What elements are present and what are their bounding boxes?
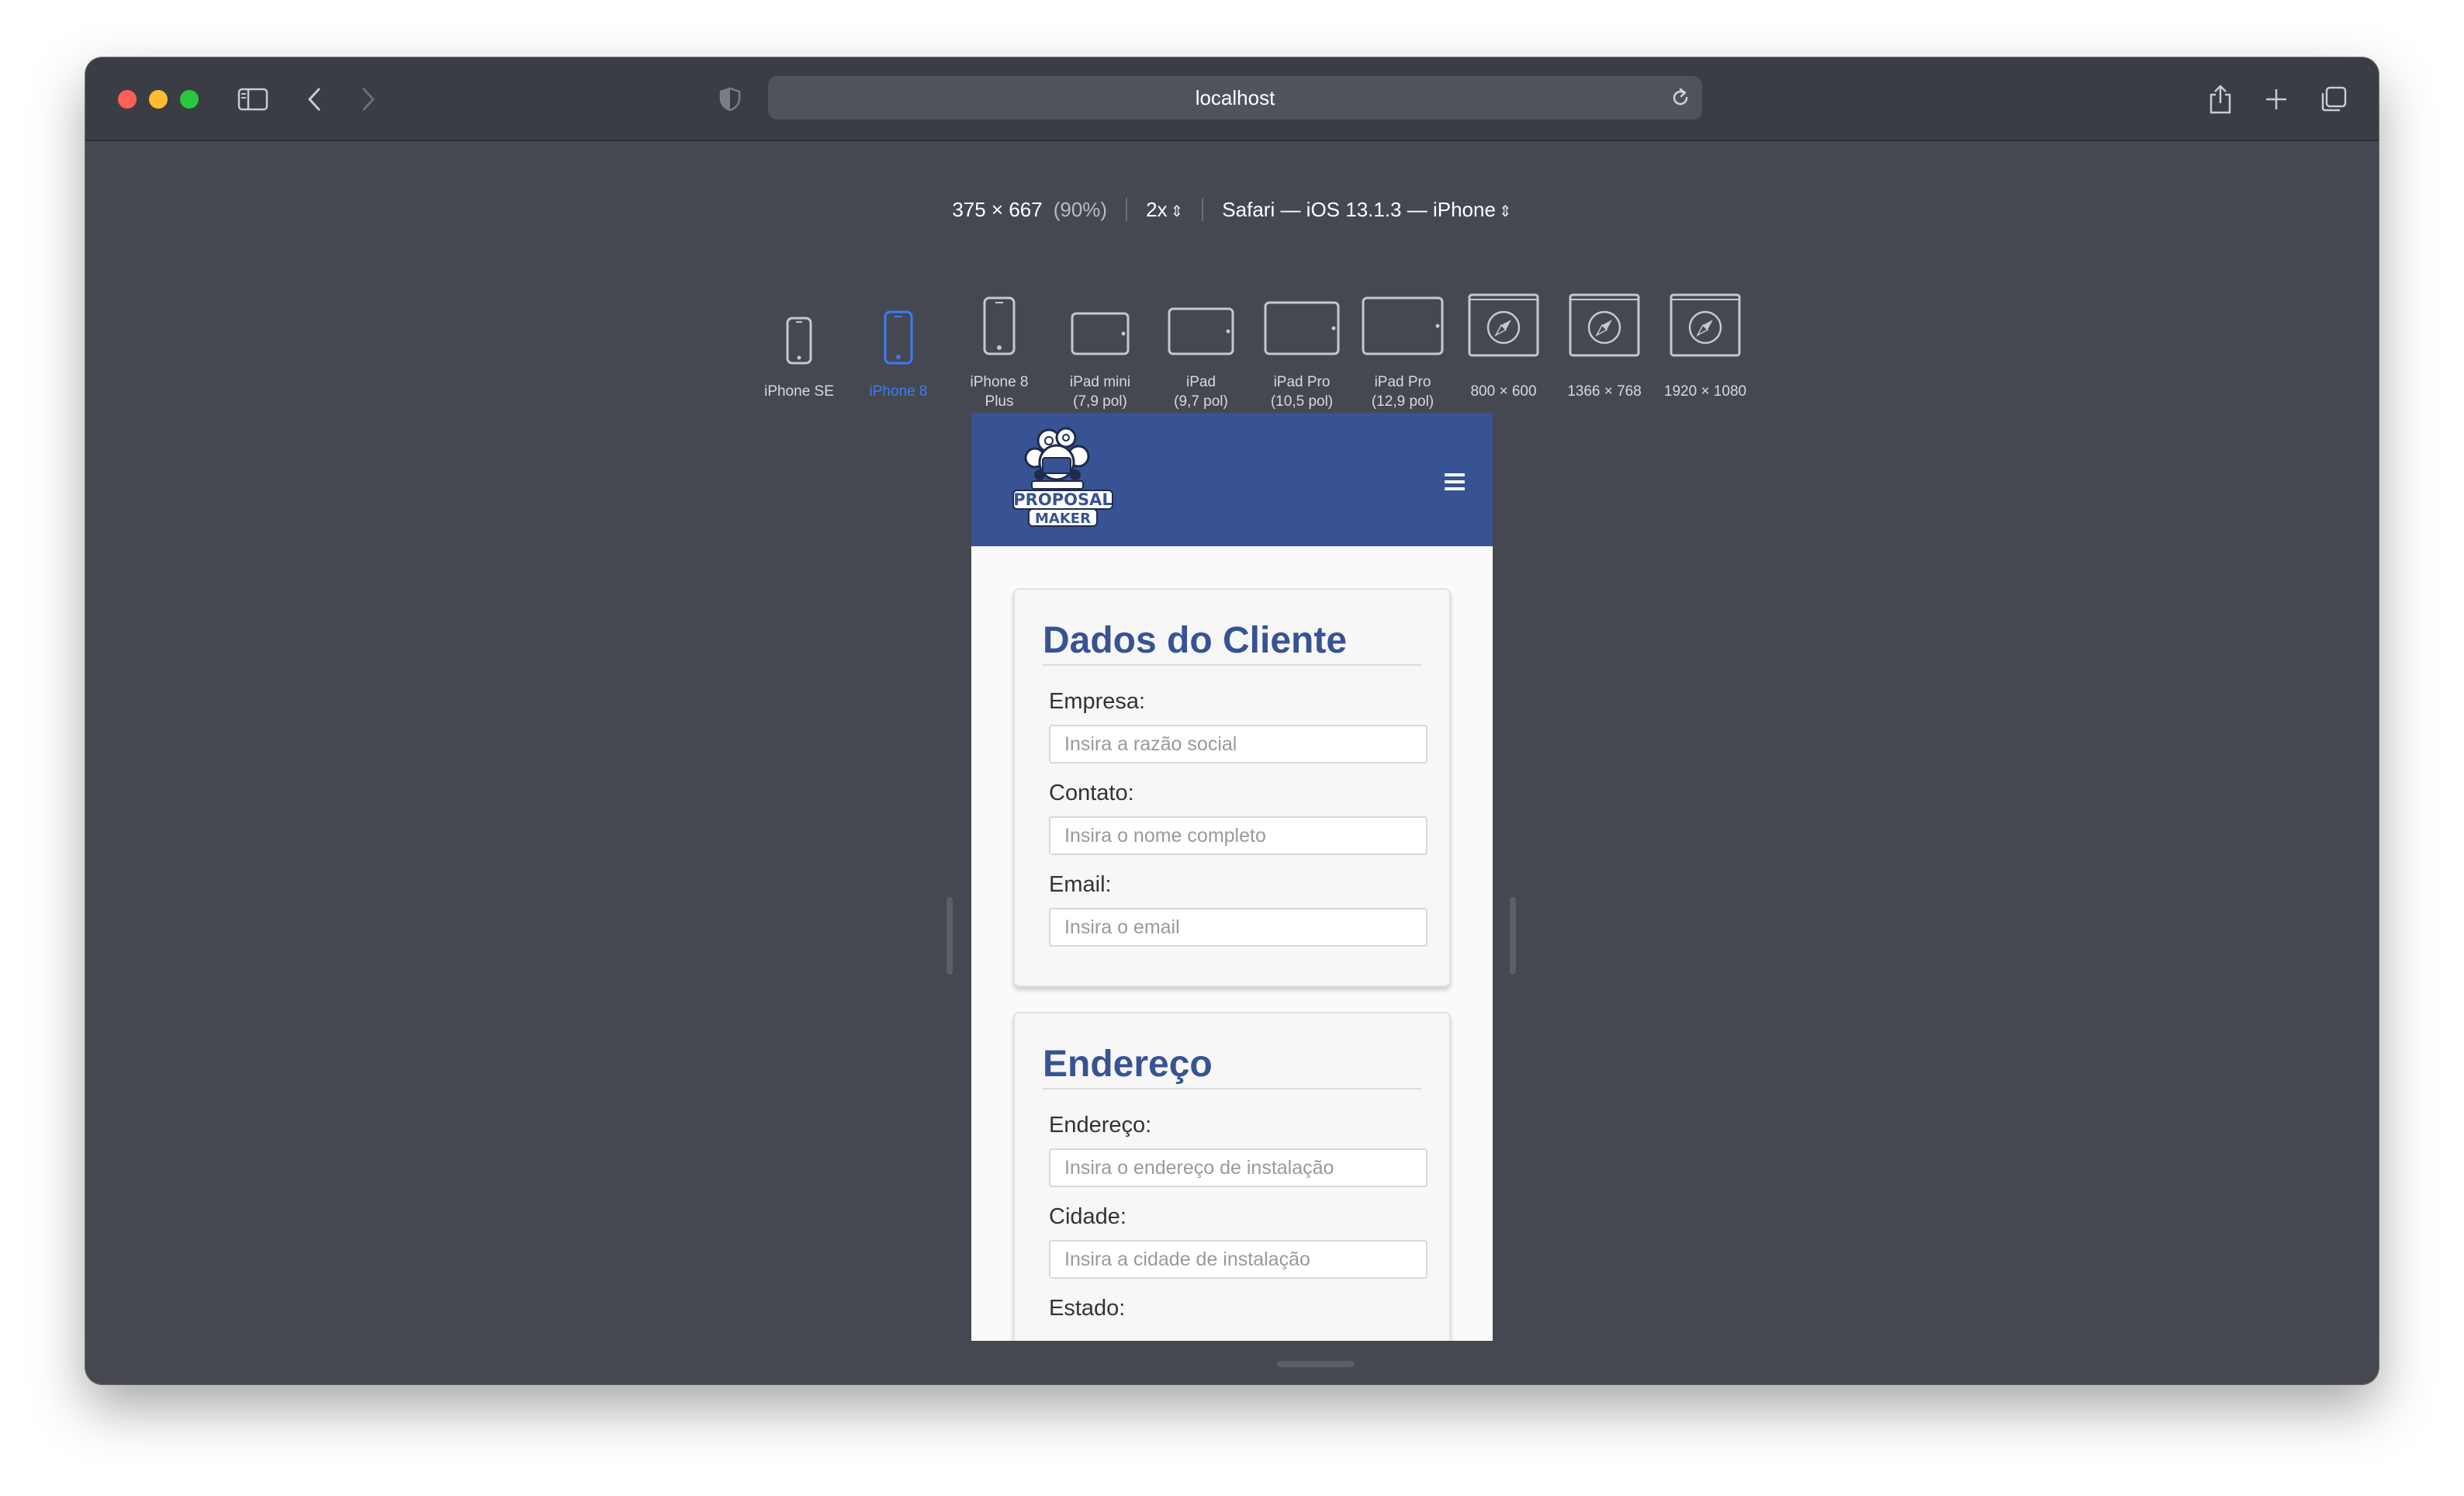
safari-compass-icon <box>1651 293 1760 357</box>
cidade-input[interactable] <box>1049 1240 1428 1279</box>
browser-window: localhost 375 × 667 (90%) 2x ⇕ Safari — i… <box>85 57 2379 1384</box>
close-window-button[interactable] <box>118 90 137 109</box>
tablet-icon <box>1248 301 1356 355</box>
hamburger-menu-icon[interactable] <box>1445 473 1465 494</box>
logo-text-line1: PROPOSAL <box>1013 490 1112 509</box>
tablet-icon <box>1348 296 1457 355</box>
device-1366x768[interactable]: 1366 × 768 <box>1550 251 1659 430</box>
divider <box>1126 198 1128 221</box>
safari-compass-icon <box>1449 293 1558 357</box>
device-ipad-pro-12[interactable]: iPad Pro (12,9 pol) <box>1348 251 1457 430</box>
share-icon[interactable] <box>2205 78 2236 121</box>
estado-label: Estado: <box>1049 1296 1126 1321</box>
phone-small-icon <box>745 317 853 365</box>
user-agent-select[interactable]: Safari — iOS 13.1.3 — iPhone ⇕ <box>1222 198 1511 222</box>
proposal-maker-logo[interactable]: PROPOSAL MAKER <box>1012 424 1117 532</box>
browser-toolbar: localhost <box>85 57 2379 141</box>
device-presets: iPhone SE iPhone 8 iPhone 8 Plus iPad mi… <box>85 251 2379 438</box>
section-title-endereco: Endereço <box>1043 1041 1421 1089</box>
device-800x600[interactable]: 800 × 600 <box>1449 251 1558 430</box>
logo-text-line2: MAKER <box>1035 511 1091 527</box>
empresa-input[interactable] <box>1049 725 1428 764</box>
phone-icon <box>844 310 953 365</box>
pixel-ratio-select[interactable]: 2x ⇕ <box>1146 198 1183 222</box>
updown-chevron-icon: ⇕ <box>1498 203 1512 220</box>
responsive-design-bar: 375 × 667 (90%) 2x ⇕ Safari — iOS 13.1.3 … <box>85 189 2379 230</box>
page-content: Dados do Cliente Empresa: Contato: Email… <box>971 546 1493 1341</box>
empresa-label: Empresa: <box>1049 689 1146 714</box>
safari-compass-icon <box>1550 293 1659 357</box>
tablet-icon <box>1046 312 1154 355</box>
resize-handle-left[interactable] <box>946 897 953 975</box>
client-data-card: Dados do Cliente Empresa: Contato: Email… <box>1013 588 1451 987</box>
pixel-ratio-value: 2x <box>1146 197 1168 221</box>
contato-input[interactable] <box>1049 816 1428 855</box>
device-label: 1920 × 1080 <box>1663 383 1747 400</box>
endereco-label: Endereço: <box>1049 1113 1152 1138</box>
resize-handle-right[interactable] <box>1510 897 1516 975</box>
divider <box>1202 198 1204 221</box>
cidade-label: Cidade: <box>1049 1204 1126 1229</box>
zoom-window-button[interactable] <box>180 90 199 109</box>
address-bar[interactable]: localhost <box>768 76 1702 119</box>
minimize-window-button[interactable] <box>149 90 168 109</box>
email-input[interactable] <box>1049 908 1428 947</box>
new-tab-icon[interactable] <box>2261 78 2292 121</box>
viewport-dimensions[interactable]: 375 × 667 <box>952 198 1042 222</box>
device-1920x1080[interactable]: 1920 × 1080 <box>1651 251 1760 430</box>
updown-chevron-icon: ⇕ <box>1170 203 1184 220</box>
device-iphone-se[interactable]: iPhone SE <box>745 251 853 430</box>
privacy-shield-icon[interactable] <box>717 78 743 121</box>
device-viewport: PROPOSAL MAKER Dados do Cliente Empresa:… <box>971 413 1493 1341</box>
email-label: Email: <box>1049 872 1112 897</box>
tab-overview-icon[interactable] <box>2317 78 2351 121</box>
viewport-zoom: (90%) <box>1053 197 1108 221</box>
section-title-cliente: Dados do Cliente <box>1043 618 1421 666</box>
back-icon[interactable] <box>303 78 326 121</box>
url-text: localhost <box>1195 86 1275 109</box>
user-agent-value: Safari — iOS 13.1.3 — iPhone <box>1222 197 1496 221</box>
contato-label: Contato: <box>1049 781 1134 805</box>
sidebar-toggle-icon[interactable] <box>236 78 270 121</box>
phone-large-icon <box>945 296 1054 355</box>
endereco-input[interactable] <box>1049 1148 1428 1187</box>
tablet-icon <box>1147 307 1255 355</box>
forward-icon[interactable] <box>357 78 380 121</box>
app-navbar: PROPOSAL MAKER <box>971 413 1493 546</box>
reload-icon[interactable] <box>1670 87 1691 113</box>
resize-handle-bottom[interactable] <box>1277 1361 1355 1367</box>
address-card: Endereço Endereço: Cidade: Estado: <box>1013 1012 1451 1341</box>
